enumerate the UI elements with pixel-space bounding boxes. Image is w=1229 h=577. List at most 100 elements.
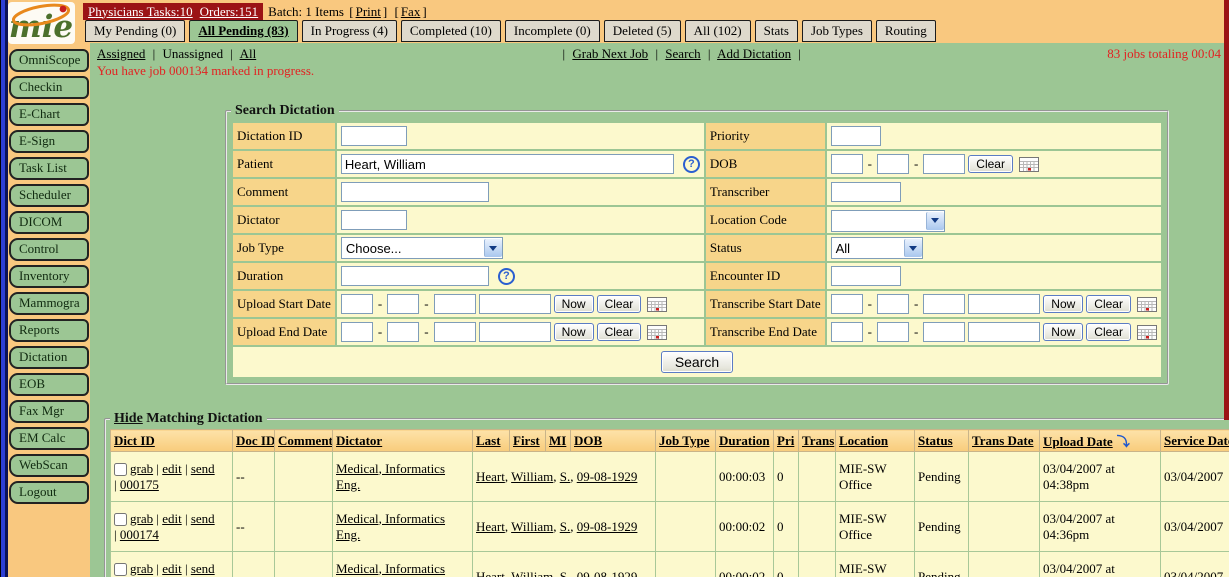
- tab-all-pending-83[interactable]: All Pending (83): [189, 20, 297, 42]
- send-link[interactable]: send: [191, 561, 215, 576]
- transcribe-end-year-input[interactable]: [923, 322, 965, 342]
- sidebar-item-reports[interactable]: Reports: [9, 319, 89, 342]
- upload-end-time-input[interactable]: [479, 322, 551, 342]
- tab-completed-10[interactable]: Completed (10): [401, 20, 501, 42]
- send-link[interactable]: send: [191, 461, 215, 476]
- sort-link-dict-id[interactable]: Dict ID: [114, 433, 155, 448]
- dob-month-input[interactable]: [831, 154, 863, 174]
- all-link[interactable]: All: [240, 46, 257, 61]
- duration-help-icon[interactable]: ?: [498, 268, 515, 285]
- patient-last-link[interactable]: Heart: [476, 519, 505, 534]
- transcribe-end-month-input[interactable]: [831, 322, 863, 342]
- status-select[interactable]: All: [831, 237, 923, 259]
- transcribe-end-time-input[interactable]: [968, 322, 1040, 342]
- upload-end-month-input[interactable]: [341, 322, 373, 342]
- dob-calendar-icon[interactable]: [1019, 157, 1039, 172]
- dictator-link[interactable]: Medical, Informatics Eng.: [336, 511, 445, 542]
- patient-dob-link[interactable]: 09-08-1929: [577, 519, 638, 534]
- sidebar-item-eob[interactable]: EOB: [9, 373, 89, 396]
- sidebar-item-mammogra[interactable]: Mammogra: [9, 292, 89, 315]
- sort-link-trans[interactable]: Trans: [802, 433, 834, 448]
- upload-end-year-input[interactable]: [434, 322, 476, 342]
- priority-input[interactable]: [831, 126, 881, 146]
- sidebar-item-dictation[interactable]: Dictation: [9, 346, 89, 369]
- grab-link[interactable]: grab: [130, 461, 153, 476]
- upload-end-now-button[interactable]: Now: [554, 323, 594, 341]
- sort-link-duration[interactable]: Duration: [719, 433, 770, 448]
- dictator-input[interactable]: [341, 210, 407, 230]
- patient-last-link[interactable]: Heart: [476, 469, 505, 484]
- hide-link[interactable]: Hide: [114, 411, 143, 426]
- sidebar-item-em-calc[interactable]: EM Calc: [9, 427, 89, 450]
- upload-end-clear-button[interactable]: Clear: [597, 323, 642, 341]
- grab-link[interactable]: grab: [130, 561, 153, 576]
- sidebar-item-e-sign[interactable]: E-Sign: [9, 130, 89, 153]
- transcriber-input[interactable]: [831, 182, 901, 202]
- upload-start-now-button[interactable]: Now: [554, 295, 594, 313]
- patient-first-link[interactable]: William: [511, 519, 553, 534]
- physicians-tasks-link[interactable]: Physicians Tasks:10: [88, 4, 193, 20]
- sort-link-location[interactable]: Location: [839, 433, 888, 448]
- sidebar-item-e-chart[interactable]: E-Chart: [9, 103, 89, 126]
- tab-stats[interactable]: Stats: [755, 20, 798, 42]
- dob-year-input[interactable]: [923, 154, 965, 174]
- transcribe-start-day-input[interactable]: [877, 294, 909, 314]
- sidebar-item-logout[interactable]: Logout: [9, 481, 89, 504]
- row-checkbox[interactable]: [114, 463, 127, 476]
- sort-direction-icon[interactable]: ⤵: [1117, 435, 1130, 450]
- transcribe-end-day-input[interactable]: [877, 322, 909, 342]
- dob-clear-button[interactable]: Clear: [968, 155, 1013, 173]
- location-code-select[interactable]: [831, 210, 945, 232]
- sort-link-mi[interactable]: MI: [549, 433, 566, 448]
- duration-input[interactable]: [341, 266, 489, 286]
- sort-link-job-type[interactable]: Job Type: [659, 433, 709, 448]
- transcribe-start-now-button[interactable]: Now: [1043, 295, 1083, 313]
- assigned-link[interactable]: Assigned: [97, 46, 145, 61]
- sort-link-doc-id[interactable]: Doc ID: [236, 433, 275, 448]
- row-checkbox[interactable]: [114, 563, 127, 576]
- tab-routing[interactable]: Routing: [876, 20, 936, 42]
- upload-end-day-input[interactable]: [387, 322, 419, 342]
- upload-start-month-input[interactable]: [341, 294, 373, 314]
- patient-last-link[interactable]: Heart: [476, 569, 505, 577]
- grab-next-job-link[interactable]: Grab Next Job: [572, 46, 648, 61]
- patient-help-icon[interactable]: ?: [683, 156, 700, 173]
- transcribe-end-now-button[interactable]: Now: [1043, 323, 1083, 341]
- sort-link-dictator[interactable]: Dictator: [336, 433, 382, 448]
- transcribe-end-clear-button[interactable]: Clear: [1086, 323, 1131, 341]
- patient-dob-link[interactable]: 09-08-1929: [577, 469, 638, 484]
- edit-link[interactable]: edit: [162, 461, 182, 476]
- transcribe-start-time-input[interactable]: [968, 294, 1040, 314]
- sidebar-item-webscan[interactable]: WebScan: [9, 454, 89, 477]
- search-button[interactable]: Search: [661, 351, 733, 373]
- sort-link-status[interactable]: Status: [918, 433, 953, 448]
- upload-end-calendar-icon[interactable]: [647, 325, 667, 340]
- dictator-link[interactable]: Medical, Informatics Eng.: [336, 561, 445, 577]
- dictation-id-input[interactable]: [341, 126, 407, 146]
- patient-mi-link[interactable]: S.: [560, 469, 570, 484]
- dictation-id-link[interactable]: 000174: [120, 527, 159, 542]
- comment-input[interactable]: [341, 182, 489, 202]
- orders-link[interactable]: Orders:151: [200, 4, 259, 20]
- edit-link[interactable]: edit: [162, 511, 182, 526]
- tab-my-pending-0[interactable]: My Pending (0): [85, 20, 185, 42]
- tab-in-progress-4[interactable]: In Progress (4): [302, 20, 397, 42]
- add-dictation-link[interactable]: Add Dictation: [717, 46, 791, 61]
- sidebar-item-fax-mgr[interactable]: Fax Mgr: [9, 400, 89, 423]
- patient-input[interactable]: [341, 154, 674, 174]
- tab-job-types[interactable]: Job Types: [802, 20, 872, 42]
- dictation-id-link[interactable]: 000175: [120, 477, 159, 492]
- sidebar-item-control[interactable]: Control: [9, 238, 89, 261]
- upload-start-day-input[interactable]: [387, 294, 419, 314]
- fax-link[interactable]: Fax: [401, 4, 421, 19]
- encounter-id-input[interactable]: [831, 266, 901, 286]
- send-link[interactable]: send: [191, 511, 215, 526]
- sort-link-service-date[interactable]: Service Date: [1164, 433, 1229, 448]
- search-link[interactable]: Search: [665, 46, 700, 61]
- grab-link[interactable]: grab: [130, 511, 153, 526]
- upload-start-clear-button[interactable]: Clear: [597, 295, 642, 313]
- job-type-select[interactable]: Choose...: [341, 237, 503, 259]
- patient-first-link[interactable]: William: [511, 469, 553, 484]
- upload-start-time-input[interactable]: [479, 294, 551, 314]
- patient-mi-link[interactable]: S.: [560, 569, 570, 577]
